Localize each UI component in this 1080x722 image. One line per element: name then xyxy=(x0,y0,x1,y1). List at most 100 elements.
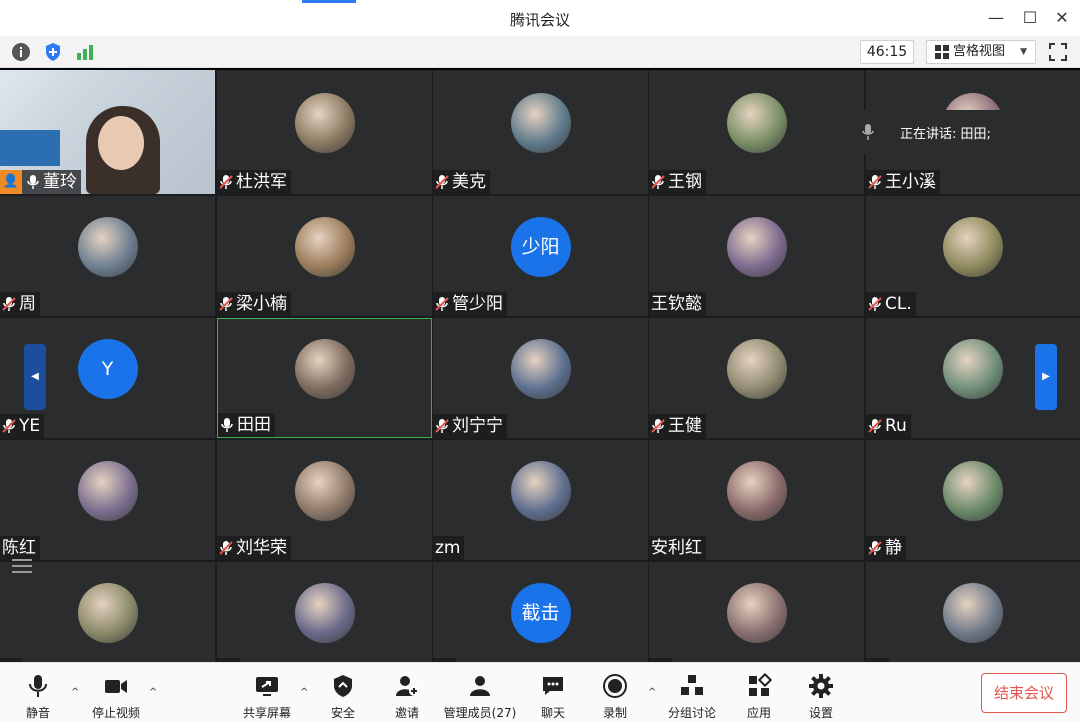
invite-button[interactable]: 邀请 xyxy=(392,669,422,721)
record-options-chevron[interactable]: ^ xyxy=(648,687,656,698)
stop-video-button[interactable]: 停止视频 xyxy=(88,669,144,721)
participant-avatar xyxy=(943,461,1003,521)
participant-tile[interactable]: 静 xyxy=(866,440,1080,560)
participant-tile[interactable]: 美克 xyxy=(433,70,648,194)
participant-nametag: 王健 xyxy=(649,414,706,438)
participant-tile[interactable]: 田田 xyxy=(217,318,432,438)
participant-nametag: 杜洪军 xyxy=(217,170,291,194)
participant-tile[interactable] xyxy=(866,562,1080,662)
members-icon xyxy=(470,676,490,696)
participant-name: 刘宁宁 xyxy=(452,416,503,436)
mute-label: 静音 xyxy=(25,706,50,720)
share-options-chevron[interactable]: ^ xyxy=(300,687,308,698)
participant-tile[interactable]: 截击 xyxy=(433,562,648,662)
participant-name: YE xyxy=(19,416,41,436)
maximize-button[interactable]: ☐ xyxy=(1018,6,1042,30)
breakout-icon xyxy=(681,675,703,695)
participant-avatar: Y xyxy=(77,339,138,399)
participant-avatar xyxy=(943,583,1003,643)
participant-nametag: YE xyxy=(0,414,45,438)
participant-tile[interactable]: zm xyxy=(433,440,648,560)
video-background-sofa xyxy=(0,130,60,166)
manage-members-button[interactable]: 管理成员(27) xyxy=(440,669,520,721)
participant-name: Ru xyxy=(885,416,907,436)
participant-tile[interactable]: 王钦懿 xyxy=(649,196,864,316)
invite-label: 邀请 xyxy=(394,706,419,720)
apps-button[interactable]: 应用 xyxy=(744,669,774,721)
participant-tile[interactable]: 王钢 xyxy=(649,70,864,194)
participant-tile[interactable]: 周 xyxy=(0,196,215,316)
participant-avatar xyxy=(726,461,787,521)
settings-button[interactable]: 设置 xyxy=(806,669,836,721)
participant-name: zm xyxy=(435,538,461,558)
apps-icon xyxy=(749,672,773,696)
view-selector[interactable]: 宫格视图 ▼ xyxy=(926,40,1036,64)
shield-icon[interactable] xyxy=(42,41,64,63)
signal-icon[interactable] xyxy=(74,41,96,63)
breakout-button[interactable]: 分组讨论 xyxy=(666,669,718,721)
security-button[interactable]: 安全 xyxy=(328,669,358,721)
participant-tile[interactable]: 王健 xyxy=(649,318,864,438)
mute-options-chevron[interactable]: ^ xyxy=(71,687,79,698)
fullscreen-icon[interactable] xyxy=(1048,42,1068,62)
participant-tile[interactable] xyxy=(0,562,215,662)
members-label: 管理成员(27) xyxy=(443,706,517,720)
participant-name: 周 xyxy=(19,294,36,314)
participant-nametag: 王钢 xyxy=(649,170,706,194)
minimize-button[interactable]: — xyxy=(984,6,1008,30)
participant-nametag: zm xyxy=(433,536,465,560)
participant-tile[interactable]: 陈红 xyxy=(0,440,215,560)
title-accent xyxy=(302,0,356,3)
prev-page-button[interactable]: ◀ xyxy=(24,344,46,410)
video-camera-icon xyxy=(105,680,127,693)
chat-icon xyxy=(543,677,563,695)
participant-nametag: 刘华荣 xyxy=(217,536,291,560)
participant-tile[interactable]: 杜洪军 xyxy=(217,70,432,194)
mic-muted-icon xyxy=(868,175,882,189)
participant-nametag: 静 xyxy=(866,536,906,560)
participant-tile[interactable]: 梁小楠 xyxy=(217,196,432,316)
mic-icon xyxy=(221,418,233,432)
info-icon[interactable] xyxy=(10,41,32,63)
participant-tile[interactable]: 刘华荣 xyxy=(217,440,432,560)
participant-tile[interactable]: 刘宁宁 xyxy=(433,318,648,438)
participant-avatar xyxy=(943,339,1003,399)
breakout-label: 分组讨论 xyxy=(667,706,716,720)
close-button[interactable]: ✕ xyxy=(1050,6,1074,30)
participant-nametag: 美克 xyxy=(433,170,490,194)
mic-muted-icon xyxy=(868,541,882,555)
mic-muted-icon xyxy=(219,541,233,555)
mic-icon xyxy=(27,175,39,189)
chat-button[interactable]: 聊天 xyxy=(538,669,568,721)
mic-icon xyxy=(862,124,874,140)
participant-name: 刘华荣 xyxy=(236,538,287,558)
participant-name: 管少阳 xyxy=(452,294,503,314)
participant-tile[interactable]: CL. xyxy=(866,196,1080,316)
participant-nametag: 王小溪 xyxy=(866,170,940,194)
share-screen-icon xyxy=(256,677,278,696)
next-page-button[interactable]: ▶ xyxy=(1035,344,1057,410)
speaking-text: 正在讲话: 田田; xyxy=(900,127,991,142)
participant-tile[interactable]: 少阳 管少阳 xyxy=(433,196,648,316)
mic-muted-icon xyxy=(435,297,449,311)
participant-avatar xyxy=(77,583,138,643)
share-screen-button[interactable]: 共享屏幕 xyxy=(240,669,294,721)
participant-nametag: 田田 xyxy=(218,413,275,437)
mic-muted-icon xyxy=(2,297,16,311)
participant-name: CL. xyxy=(885,294,912,314)
participant-avatar xyxy=(510,93,571,153)
participant-nametag: 安利红 xyxy=(649,536,706,560)
participant-tile[interactable] xyxy=(217,562,432,662)
mute-button[interactable]: 静音 xyxy=(20,669,56,721)
list-icon[interactable] xyxy=(8,556,36,576)
participant-name: 王小溪 xyxy=(885,172,936,192)
participant-tile[interactable]: 👤 董玲 xyxy=(0,70,215,194)
video-options-chevron[interactable]: ^ xyxy=(149,687,157,698)
participant-tile[interactable]: 安利红 xyxy=(649,440,864,560)
record-button[interactable]: 录制 xyxy=(600,669,630,721)
participant-name: 美克 xyxy=(452,172,486,192)
end-meeting-button[interactable]: 结束会议 xyxy=(981,673,1067,713)
participant-nametag: 周 xyxy=(0,292,40,316)
mic-muted-icon xyxy=(868,419,882,433)
participant-tile[interactable] xyxy=(649,562,864,662)
